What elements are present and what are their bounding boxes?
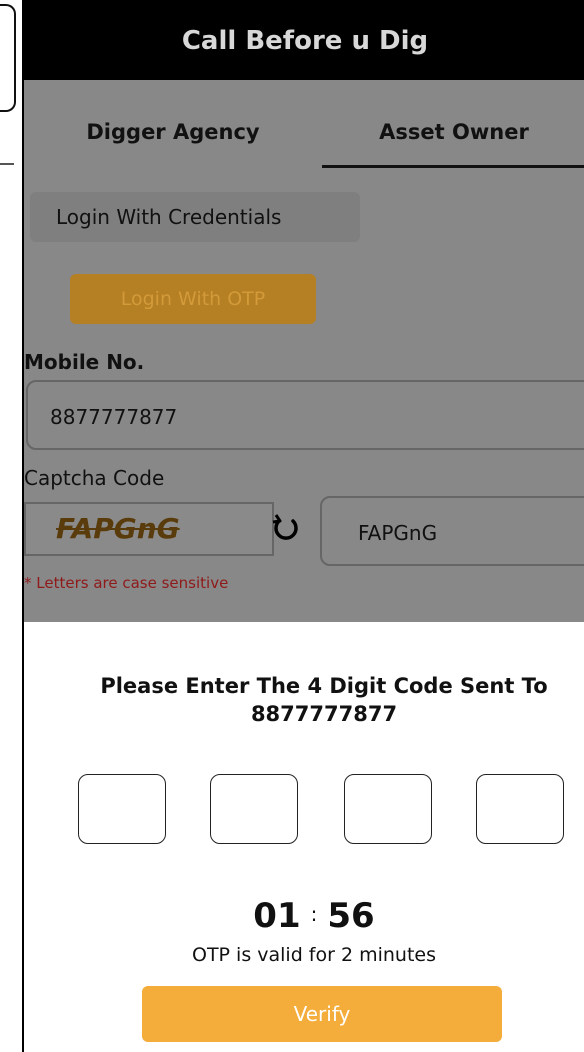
otp-validity-note: OTP is valid for 2 minutes: [191, 944, 437, 966]
mobile-input[interactable]: 8877777877: [26, 380, 584, 450]
tab-bar: Digger Agency Asset Owner: [24, 80, 584, 168]
otp-bottom-sheet: Please Enter The 4 Digit Code Sent To 88…: [24, 622, 584, 1052]
login-with-credentials-button[interactable]: Login With Credentials: [30, 192, 360, 242]
frame-box: [0, 4, 16, 112]
left-frame: [0, 0, 18, 1052]
tab-digger-agency[interactable]: Digger Agency: [24, 80, 322, 168]
captcha-input[interactable]: FAPGnG: [320, 496, 584, 566]
otp-digit-1[interactable]: [78, 774, 166, 844]
mobile-label: Mobile No.: [24, 350, 145, 374]
captcha-image: FAPGnG: [24, 502, 274, 556]
case-sensitive-note: * Letters are case sensitive: [24, 574, 229, 592]
captcha-label: Captcha Code: [24, 466, 165, 490]
app-title: Call Before u Dig: [24, 0, 584, 80]
otp-digit-3[interactable]: [344, 774, 432, 844]
timer-separator: :: [310, 902, 318, 926]
login-with-otp-button[interactable]: Login With OTP: [70, 274, 316, 324]
timer-seconds: 56: [327, 896, 375, 936]
otp-sheet-title: Please Enter The 4 Digit Code Sent To 88…: [24, 672, 584, 728]
frame-rule: [0, 163, 14, 165]
otp-title-line: Please Enter The 4 Digit Code Sent To: [100, 674, 548, 698]
otp-digit-4[interactable]: [476, 774, 564, 844]
verify-button[interactable]: Verify: [142, 986, 502, 1042]
refresh-icon[interactable]: [268, 510, 304, 546]
otp-phone-number: 8877777877: [250, 702, 398, 726]
otp-digit-2[interactable]: [210, 774, 298, 844]
tab-asset-owner[interactable]: Asset Owner: [322, 80, 584, 168]
timer-minutes: 01: [253, 896, 301, 936]
active-tab-indicator: [322, 165, 584, 168]
otp-timer: 01:56: [24, 896, 584, 936]
phone-screen: Call Before u Dig Digger Agency Asset Ow…: [22, 0, 584, 1052]
